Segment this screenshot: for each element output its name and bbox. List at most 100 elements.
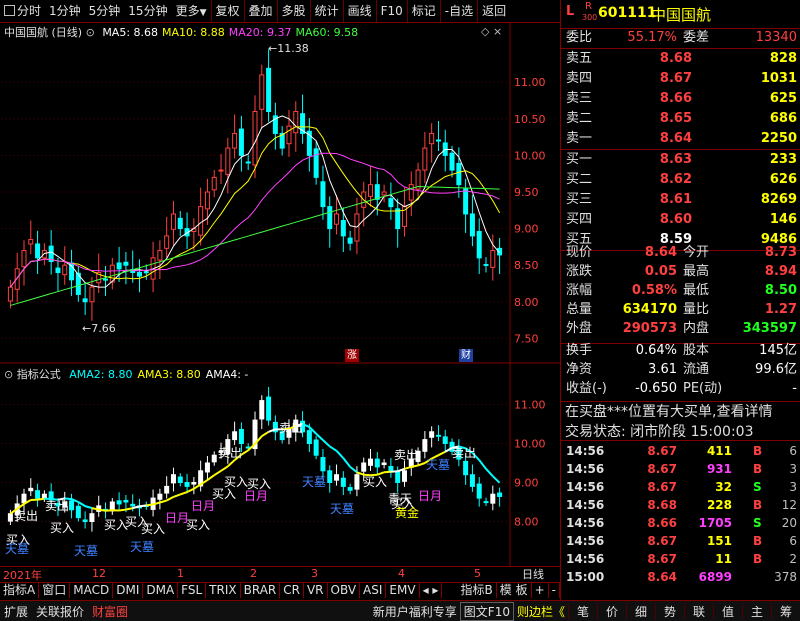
candle-body	[165, 236, 169, 248]
ama-line-segment	[99, 510, 106, 511]
ama-line-segment	[167, 497, 174, 501]
stat-value: 0.58%	[632, 281, 677, 301]
indicator-bar	[416, 451, 420, 461]
cai-badge[interactable]: 财	[459, 349, 473, 362]
detail-tab[interactable]: 主	[742, 603, 771, 620]
stat-row: 外盘290573内盘343597	[561, 319, 800, 339]
indicator-tab-asi[interactable]: ASI	[360, 583, 386, 598]
candle-body	[56, 268, 60, 272]
kline-chart[interactable]: 11.0010.5010.009.509.008.508.007.5011.00…	[0, 23, 560, 578]
stat-label: 现价	[566, 243, 592, 263]
self-select-button[interactable]: -自选	[440, 0, 477, 22]
indicator-tab-fsl[interactable]: FSL	[178, 583, 206, 598]
indicator-tab-b[interactable]: 指标B	[458, 583, 497, 598]
detail-tab[interactable]: 价	[597, 603, 626, 620]
ama-line-segment	[466, 448, 473, 452]
indicator-bar	[280, 432, 284, 440]
candle-body	[464, 189, 468, 214]
detail-tab[interactable]: 细	[626, 603, 655, 620]
stat-value: 1.27	[765, 300, 797, 320]
new-user-welfare-link[interactable]: 新用户福利专享	[370, 603, 460, 620]
side-panel-toggle[interactable]: 则边栏《	[514, 603, 568, 620]
indicator-bar	[457, 448, 461, 459]
stat-value: 8.94	[765, 262, 797, 282]
candle-body	[328, 207, 332, 229]
draw-line-button[interactable]: 画线	[343, 0, 376, 22]
close-icon[interactable]: ×	[493, 25, 502, 38]
candle-body	[294, 112, 298, 133]
indicator-bar	[205, 463, 209, 472]
expand-button[interactable]: 扩展	[0, 603, 32, 620]
period-tab-5min[interactable]: 5分钟	[85, 0, 125, 22]
indicator-tab-emv[interactable]: EMV	[386, 583, 419, 598]
indicator-tab-vr[interactable]: VR	[304, 583, 328, 598]
indicator-panel	[8, 387, 501, 532]
indicator-tab-指标a[interactable]: 指标A	[0, 583, 39, 598]
candle-body	[104, 279, 108, 280]
trade-price: 8.67	[647, 442, 677, 460]
detail-tab[interactable]: 势	[655, 603, 684, 620]
settings-dot-icon[interactable]: ⊙	[86, 26, 95, 39]
statistics-button[interactable]: 统计	[310, 0, 343, 22]
indicator-bar	[212, 455, 216, 462]
stat2-row: 换手0.64%股本145亿	[561, 341, 800, 361]
ama-legend-item: AMA4: -	[206, 368, 249, 381]
indicator-tab-dma[interactable]: DMA	[143, 583, 178, 598]
indicator-tab-brar[interactable]: BRAR	[241, 583, 281, 598]
trade-side: B	[753, 460, 762, 478]
ama-line-segment	[343, 458, 350, 467]
tab-scroll-arrows[interactable]: ◂ ▸	[420, 583, 443, 598]
indicator-title: 指标公式	[17, 368, 61, 381]
candle-body	[117, 263, 121, 269]
detail-tab[interactable]: 值	[713, 603, 742, 620]
add-window-button[interactable]: +	[532, 583, 549, 598]
trade-time: 14:56	[566, 478, 604, 496]
indicator-tab-macd[interactable]: MACD	[70, 583, 113, 598]
trade-time: 14:56	[566, 460, 604, 478]
ama-line-segment	[65, 498, 72, 499]
stat-value: 8.73	[765, 243, 797, 263]
indicator-tab-窗口[interactable]: 窗口	[39, 583, 70, 598]
remove-window-button[interactable]: -	[549, 583, 560, 598]
indicator-bar	[464, 461, 468, 474]
candle-body	[382, 192, 386, 195]
stat2-value: -	[792, 379, 797, 399]
period-tab-1min[interactable]: 1分钟	[45, 0, 85, 22]
candle-body	[137, 273, 141, 277]
wealth-circle-button[interactable]: 财富圈	[88, 603, 132, 620]
back-button[interactable]: 返回	[477, 0, 510, 22]
indicator-bar	[165, 486, 169, 493]
candle-body	[233, 133, 237, 148]
f10-graphic-button[interactable]: 图文F10	[460, 602, 514, 621]
indicator-tab-dmi[interactable]: DMI	[113, 583, 143, 598]
diamond-icon[interactable]: ◇	[481, 25, 489, 38]
indicator-tab-cr[interactable]: CR	[280, 583, 304, 598]
period-tab-15min[interactable]: 15分钟	[124, 0, 171, 22]
ama-legend-item: AMA3: 8.80	[137, 368, 200, 381]
detail-tab[interactable]: 筹	[771, 603, 800, 620]
indicator-tab-template[interactable]: 模 板	[497, 583, 532, 598]
ama-line-segment	[404, 467, 411, 469]
zhang-badge[interactable]: 涨	[345, 349, 359, 362]
stat-label: 外盘	[566, 319, 592, 339]
candle-body	[470, 214, 474, 236]
period-more-button[interactable]: 更多▼	[172, 0, 211, 22]
related-quote-button[interactable]: 关联报价	[32, 603, 88, 620]
overlay-button[interactable]: 叠加	[244, 0, 277, 22]
multi-stock-button[interactable]: 多股	[277, 0, 310, 22]
ama-line-segment	[85, 506, 92, 508]
detail-tabs: 笔价细势联值主筹	[568, 603, 800, 620]
trade-time: 14:56	[566, 550, 604, 568]
period-tab-intraday[interactable]: 分时	[0, 0, 45, 22]
settings-dot-icon[interactable]: ⊙	[4, 368, 13, 381]
indicator-tab-trix[interactable]: TRIX	[206, 583, 240, 598]
mark-button[interactable]: 标记	[407, 0, 440, 22]
indicator-bar	[90, 514, 94, 522]
f10-button[interactable]: F10	[376, 0, 407, 22]
big-order-notice[interactable]: 在买盘***位置有大买单,查看详情	[565, 401, 772, 421]
indicator-tab-obv[interactable]: OBV	[328, 583, 361, 598]
detail-tab[interactable]: 联	[684, 603, 713, 620]
detail-tab[interactable]: 笔	[568, 603, 597, 620]
stat-value: 8.50	[765, 281, 797, 301]
fuquan-button[interactable]: 复权	[211, 0, 244, 22]
